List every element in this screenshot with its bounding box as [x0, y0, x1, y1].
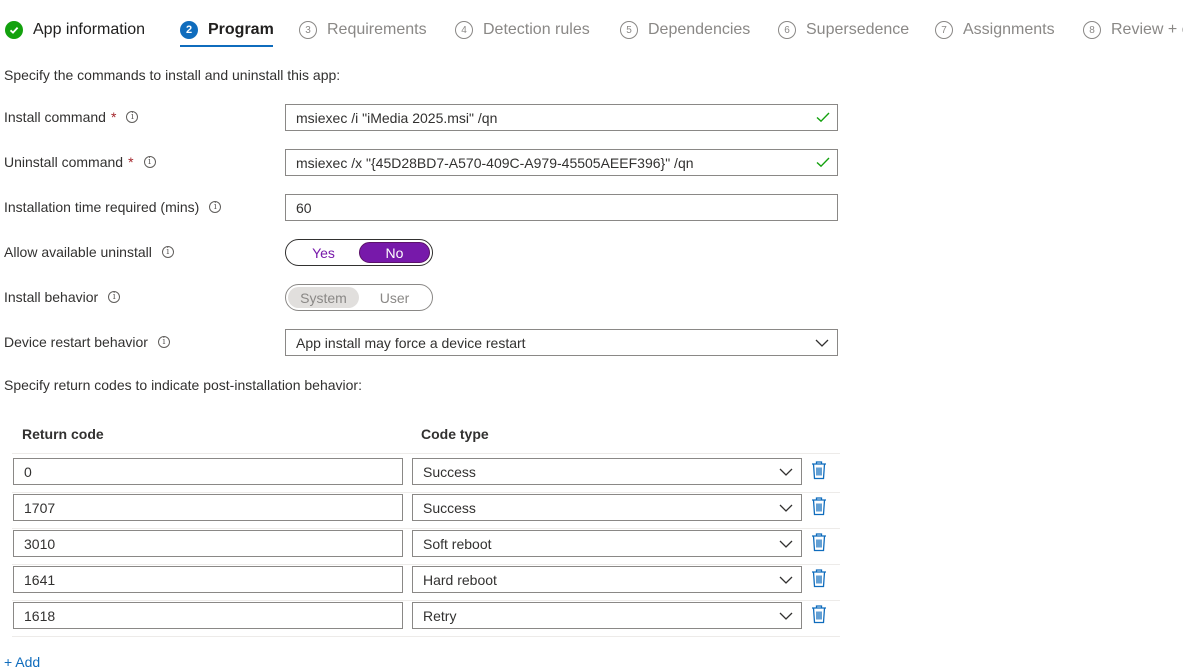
step-label: App information	[33, 21, 146, 38]
step-label: Dependencies	[648, 21, 751, 38]
required-marker: *	[110, 109, 117, 125]
return-code-input[interactable]: 0	[13, 458, 403, 485]
return-code-input[interactable]: 3010	[13, 530, 403, 557]
step-review-create[interactable]: 8 Review + create	[1083, 18, 1183, 42]
code-type-dropdown[interactable]: Success	[412, 458, 802, 485]
allow-uninstall-toggle[interactable]: Yes No	[285, 239, 433, 266]
code-type-dropdown[interactable]: Soft reboot	[412, 530, 802, 557]
step-number: 4	[455, 21, 473, 39]
restart-behavior-label: Device restart behavior i	[4, 334, 170, 350]
step-program[interactable]: 2 Program	[180, 18, 274, 42]
code-type-dropdown[interactable]: Hard reboot	[412, 566, 802, 593]
toggle-option-no[interactable]: No	[358, 242, 430, 263]
toggle-option-system: System	[288, 287, 359, 308]
step-supersedence[interactable]: 6 Supersedence	[778, 18, 909, 42]
step-label: Detection rules	[483, 21, 590, 38]
checkmark-icon	[816, 157, 830, 168]
chevron-down-icon	[779, 612, 793, 620]
info-icon[interactable]: i	[108, 291, 121, 303]
trash-icon[interactable]	[810, 568, 828, 588]
install-time-label: Installation time required (mins) i	[4, 199, 222, 215]
step-number: 2	[180, 21, 198, 39]
table-row: 3010 Soft reboot	[12, 528, 840, 565]
step-label: Assignments	[963, 21, 1055, 38]
table-row: 1618 Retry	[12, 600, 840, 637]
chevron-down-icon	[779, 504, 793, 512]
step-label: Review + create	[1111, 21, 1183, 38]
trash-icon[interactable]	[810, 496, 828, 516]
step-number: 5	[620, 21, 638, 39]
table-row: 1641 Hard reboot	[12, 564, 840, 601]
restart-behavior-dropdown[interactable]: App install may force a device restart	[285, 329, 838, 356]
info-icon[interactable]: i	[161, 246, 174, 258]
toggle-option-user: User	[379, 289, 410, 306]
column-header-code-type: Code type	[421, 426, 489, 442]
install-time-input[interactable]: 60	[285, 194, 838, 221]
step-requirements[interactable]: 3 Requirements	[299, 18, 427, 42]
step-dependencies[interactable]: 5 Dependencies	[620, 18, 750, 42]
step-number: 7	[935, 21, 953, 39]
install-command-input[interactable]: msiexec /i "iMedia 2025.msi" /qn	[285, 104, 838, 131]
step-number: 3	[299, 21, 317, 39]
uninstall-command-label: Uninstall command * i	[4, 154, 156, 170]
info-icon[interactable]: i	[143, 156, 156, 168]
step-label: Supersedence	[806, 21, 910, 38]
table-row: 0 Success	[12, 456, 840, 493]
add-return-code-link[interactable]: + Add	[4, 654, 40, 670]
uninstall-command-input[interactable]: msiexec /x "{45D28BD7-A570-409C-A979-455…	[285, 149, 838, 176]
install-command-label: Install command * i	[4, 109, 139, 125]
table-row: 1707 Success	[12, 492, 840, 529]
column-header-return-code: Return code	[22, 426, 104, 442]
trash-icon[interactable]	[810, 604, 828, 624]
required-marker: *	[128, 154, 134, 170]
return-codes-intro-text: Specify return codes to indicate post-in…	[4, 377, 362, 393]
toggle-option-yes[interactable]: Yes	[288, 242, 359, 263]
wizard-steps: App information 2 Program 3 Requirements…	[0, 0, 1183, 50]
return-code-input[interactable]: 1707	[13, 494, 403, 521]
program-intro-text: Specify the commands to install and unin…	[4, 67, 341, 83]
checkmark-icon	[816, 112, 830, 123]
code-type-dropdown[interactable]: Success	[412, 494, 802, 521]
info-icon[interactable]: i	[157, 336, 170, 348]
allow-uninstall-label: Allow available uninstall i	[4, 244, 174, 260]
info-icon[interactable]: i	[209, 201, 222, 213]
table-header-divider	[12, 453, 840, 454]
step-assignments[interactable]: 7 Assignments	[935, 18, 1055, 42]
step-number: 8	[1083, 21, 1101, 39]
chevron-down-icon	[779, 576, 793, 584]
checkmark-circle-icon	[5, 21, 23, 39]
trash-icon[interactable]	[810, 460, 828, 480]
step-number: 6	[778, 21, 796, 39]
step-label: Requirements	[327, 21, 427, 38]
return-code-input[interactable]: 1618	[13, 602, 403, 629]
step-label: Program	[208, 21, 274, 38]
return-code-input[interactable]: 1641	[13, 566, 403, 593]
step-detection-rules[interactable]: 4 Detection rules	[455, 18, 590, 42]
chevron-down-icon	[779, 540, 793, 548]
active-step-indicator	[180, 45, 273, 47]
trash-icon[interactable]	[810, 532, 828, 552]
chevron-down-icon	[815, 339, 829, 347]
chevron-down-icon	[779, 468, 793, 476]
step-app-information[interactable]: App information	[5, 18, 145, 42]
info-icon[interactable]: i	[126, 111, 139, 123]
install-behavior-label: Install behavior i	[4, 289, 121, 305]
install-behavior-toggle: System User	[285, 284, 433, 311]
code-type-dropdown[interactable]: Retry	[412, 602, 802, 629]
